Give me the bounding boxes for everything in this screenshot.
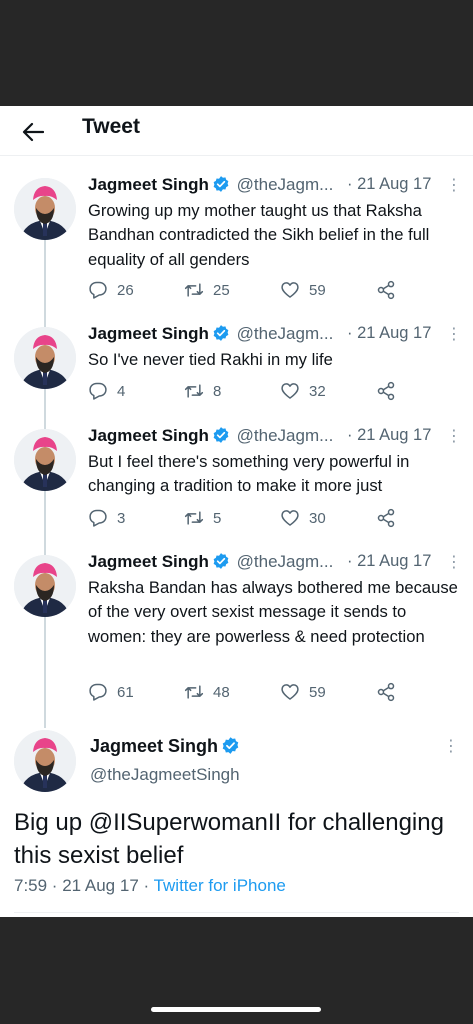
reply-button[interactable]: 61	[88, 682, 134, 702]
avatar[interactable]	[14, 178, 76, 240]
share-icon	[377, 508, 395, 528]
avatar[interactable]	[14, 327, 76, 389]
tweet-header: Tweet	[0, 106, 473, 156]
author-handle[interactable]: @theJagm...	[237, 175, 334, 194]
tweet-actions: 26 25 59	[88, 280, 468, 302]
heart-icon	[281, 684, 299, 700]
like-button[interactable]: 59	[280, 280, 326, 300]
thread-tweet[interactable]: Jagmeet Singh @theJagm... · 21 Aug 17 ⋮ …	[0, 175, 473, 305]
reply-button[interactable]: 26	[88, 280, 134, 300]
tweet-date[interactable]: · 21 Aug 17	[347, 552, 431, 571]
retweet-count: 8	[213, 382, 222, 400]
like-count: 59	[309, 683, 326, 701]
avatar[interactable]	[14, 555, 76, 617]
reply-icon	[89, 281, 107, 299]
avatar[interactable]	[14, 429, 76, 491]
retweet-count: 25	[213, 281, 230, 299]
tweet-text: Growing up my mother taught us that Raks…	[88, 201, 430, 269]
tweet-date[interactable]: · 21 Aug 17	[347, 324, 431, 343]
author-handle[interactable]: @theJagm...	[237, 552, 334, 571]
back-button[interactable]	[18, 117, 48, 147]
author-name[interactable]: Jagmeet Singh	[88, 324, 209, 343]
tweet-timestamp[interactable]: 7:59 · 21 Aug 17 ·	[14, 876, 154, 895]
share-icon	[377, 381, 395, 401]
more-options-icon[interactable]: ⋮	[446, 324, 462, 344]
reply-count: 26	[117, 281, 134, 299]
retweet-button[interactable]: 8	[184, 381, 221, 401]
retweet-button[interactable]: 5	[184, 508, 221, 528]
reply-icon	[89, 683, 107, 701]
tweet-text: Raksha Bandan has always bothered me bec…	[88, 578, 458, 646]
author-name[interactable]: Jagmeet Singh	[90, 736, 218, 756]
more-options-icon[interactable]: ⋮	[446, 426, 462, 446]
more-options-icon[interactable]: ⋮	[446, 175, 462, 195]
verified-badge-icon	[212, 175, 230, 198]
author-handle[interactable]: @theJagm...	[237, 426, 334, 445]
reply-icon	[89, 382, 107, 400]
tweet-source-link[interactable]: Twitter for iPhone	[154, 876, 286, 895]
share-button[interactable]	[376, 682, 405, 702]
share-icon	[377, 280, 395, 300]
author-handle[interactable]: @theJagmeetSingh	[90, 765, 240, 785]
author-name[interactable]: Jagmeet Singh	[88, 426, 209, 445]
retweet-button[interactable]: 25	[184, 280, 230, 300]
thread-tweet[interactable]: Jagmeet Singh @theJagm... · 21 Aug 17 ⋮ …	[0, 426, 473, 532]
like-button[interactable]: 30	[280, 508, 326, 528]
reply-count: 3	[117, 509, 126, 527]
more-options-icon[interactable]: ⋮	[443, 736, 459, 756]
like-count: 30	[309, 509, 326, 527]
tweet-text: But I feel there's something very powerf…	[88, 452, 410, 496]
home-indicator[interactable]	[151, 1007, 321, 1012]
author-name[interactable]: Jagmeet Singh	[88, 552, 209, 571]
like-count: 59	[309, 281, 326, 299]
reply-count: 4	[117, 382, 126, 400]
arrow-left-icon	[22, 122, 44, 142]
tweet-actions: 3 5 30	[88, 508, 468, 530]
author-name-row[interactable]: Jagmeet Singh	[90, 736, 240, 760]
retweet-icon	[184, 685, 204, 699]
verified-badge-icon	[221, 736, 240, 760]
tweet-text: So I've never tied Rakhi in my life	[88, 350, 333, 369]
retweet-icon	[184, 283, 204, 297]
retweet-icon	[184, 511, 204, 525]
share-button[interactable]	[376, 280, 405, 300]
author-name[interactable]: Jagmeet Singh	[88, 175, 209, 194]
tweet-date[interactable]: · 21 Aug 17	[347, 426, 431, 445]
thread-tweet[interactable]: Jagmeet Singh @theJagm... · 21 Aug 17 ⋮ …	[0, 324, 473, 404]
retweet-icon	[184, 384, 204, 398]
reply-button[interactable]: 3	[88, 508, 125, 528]
tweet-metadata: 7:59 · 21 Aug 17 · Twitter for iPhone	[14, 876, 286, 896]
share-icon	[377, 682, 395, 702]
avatar[interactable]	[14, 730, 76, 792]
thread-tweet[interactable]: Jagmeet Singh @theJagm... · 21 Aug 17 ⋮ …	[0, 552, 473, 707]
share-button[interactable]	[376, 381, 405, 401]
tweet-actions: 61 48 59	[88, 682, 468, 704]
tweet-date[interactable]: · 21 Aug 17	[347, 175, 431, 194]
reply-icon	[89, 509, 107, 527]
verified-badge-icon	[212, 426, 230, 449]
like-button[interactable]: 59	[280, 682, 326, 702]
retweet-button[interactable]: 48	[184, 682, 230, 702]
main-tweet-header: Jagmeet Singh @theJagmeetSingh ⋮	[0, 728, 473, 798]
like-button[interactable]: 32	[280, 381, 326, 401]
page-title: Tweet	[82, 115, 140, 138]
share-button[interactable]	[376, 508, 405, 528]
heart-icon	[281, 510, 299, 526]
heart-icon	[281, 282, 299, 298]
verified-badge-icon	[212, 324, 230, 347]
like-count: 32	[309, 382, 326, 400]
divider	[14, 912, 459, 913]
more-options-icon[interactable]: ⋮	[446, 552, 462, 572]
heart-icon	[281, 383, 299, 399]
retweet-count: 5	[213, 509, 222, 527]
retweet-count: 48	[213, 683, 230, 701]
tweet-actions: 4 8 32	[88, 381, 468, 403]
status-bar	[0, 0, 473, 106]
main-tweet-text: Big up @IISuperwomanII for challenging t…	[14, 809, 444, 869]
author-handle[interactable]: @theJagm...	[237, 324, 334, 343]
reply-button[interactable]: 4	[88, 381, 125, 401]
reply-count: 61	[117, 683, 134, 701]
verified-badge-icon	[212, 552, 230, 575]
